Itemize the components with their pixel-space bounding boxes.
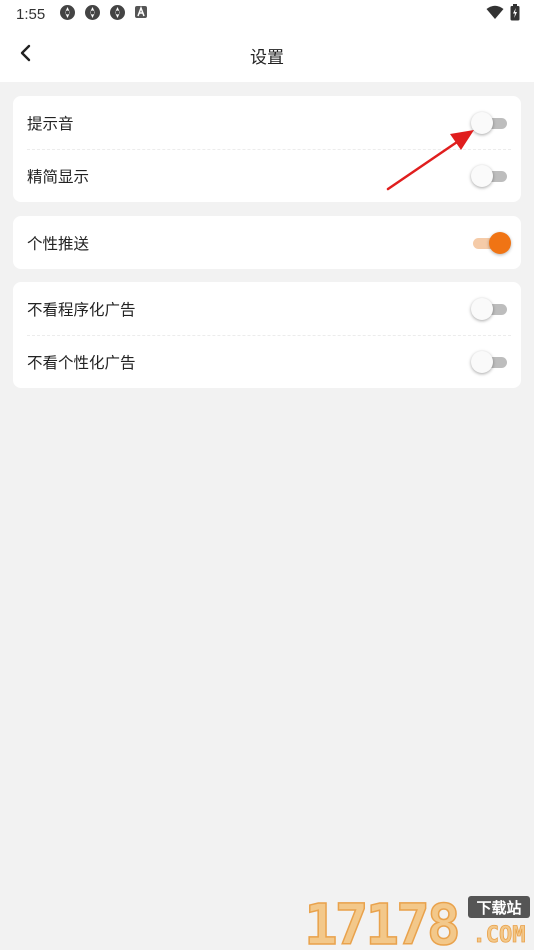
toggle-knob xyxy=(489,231,511,254)
setting-row-alert-sound: 提示音 xyxy=(13,96,521,149)
toggle-knob xyxy=(471,350,493,373)
setting-row-personalized-ads: 不看个性化广告 xyxy=(13,335,521,388)
setting-label: 个性推送 xyxy=(27,234,90,253)
aperture-icon xyxy=(59,4,76,25)
setting-row-compact-display: 精简显示 xyxy=(13,149,521,202)
setting-label: 不看个性化广告 xyxy=(27,353,136,372)
page-title: 设置 xyxy=(250,47,284,68)
personalized-ads-toggle[interactable] xyxy=(471,350,509,374)
setting-label: 不看程序化广告 xyxy=(27,300,136,319)
toggle-knob xyxy=(471,164,493,187)
programmatic-ads-toggle[interactable] xyxy=(471,297,509,321)
battery-charging-icon xyxy=(510,3,520,25)
svg-text:17178: 17178 xyxy=(304,893,458,948)
setting-label: 提示音 xyxy=(27,114,74,133)
compact-display-toggle[interactable] xyxy=(471,164,509,188)
toggle-knob xyxy=(471,297,493,320)
setting-row-programmatic-ads: 不看程序化广告 xyxy=(13,282,521,335)
header-bar: 设置 xyxy=(0,28,534,82)
toggle-knob xyxy=(471,111,493,134)
svg-text:下载站: 下载站 xyxy=(476,899,521,917)
notification-a-icon xyxy=(134,5,148,23)
settings-group-notifications: 提示音 精简显示 xyxy=(13,96,521,202)
alert-sound-toggle[interactable] xyxy=(471,111,509,135)
aperture-icon xyxy=(109,4,126,25)
aperture-icon xyxy=(84,4,101,25)
settings-group-ads: 不看程序化广告 不看个性化广告 xyxy=(13,282,521,388)
setting-label: 精简显示 xyxy=(27,167,90,186)
svg-text:.COM: .COM xyxy=(473,923,526,948)
back-button[interactable] xyxy=(14,42,38,68)
setting-row-personalized-push: 个性推送 xyxy=(13,216,521,269)
personalized-push-toggle[interactable] xyxy=(471,231,511,255)
chevron-left-icon xyxy=(19,44,33,66)
settings-group-push: 个性推送 xyxy=(13,216,521,269)
watermark-logo: 17178 下载站 .COM xyxy=(303,892,532,950)
status-time: 1:55 xyxy=(16,5,46,23)
status-bar: 1:55 xyxy=(0,0,534,28)
wifi-icon xyxy=(486,5,504,24)
